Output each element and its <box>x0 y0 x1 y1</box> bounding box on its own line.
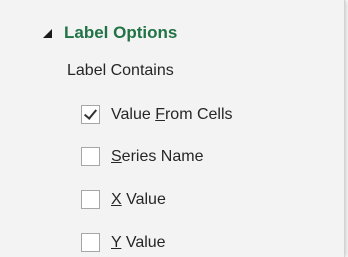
format-data-labels-pane: Label Options Label Contains Value From … <box>0 0 345 257</box>
series-name-option[interactable]: Series Name <box>81 147 203 166</box>
series-name-label[interactable]: Series Name <box>111 148 203 166</box>
y-value-option[interactable]: Y Value <box>81 233 166 252</box>
value-from-cells-option[interactable]: Value From Cells <box>81 105 233 124</box>
label-contains-heading: Label Contains <box>67 62 174 79</box>
value-from-cells-checkbox[interactable] <box>81 105 100 124</box>
y-value-checkbox[interactable] <box>81 233 100 252</box>
series-name-checkbox[interactable] <box>81 147 100 166</box>
x-value-label[interactable]: X Value <box>111 191 166 209</box>
value-from-cells-label[interactable]: Value From Cells <box>111 106 233 124</box>
x-value-checkbox[interactable] <box>81 190 100 209</box>
triangle-expanded-icon[interactable] <box>43 28 52 38</box>
label-options-section-header[interactable]: Label Options <box>43 22 177 44</box>
x-value-option[interactable]: X Value <box>81 190 166 209</box>
y-value-label[interactable]: Y Value <box>111 234 166 252</box>
section-title: Label Options <box>64 23 178 42</box>
